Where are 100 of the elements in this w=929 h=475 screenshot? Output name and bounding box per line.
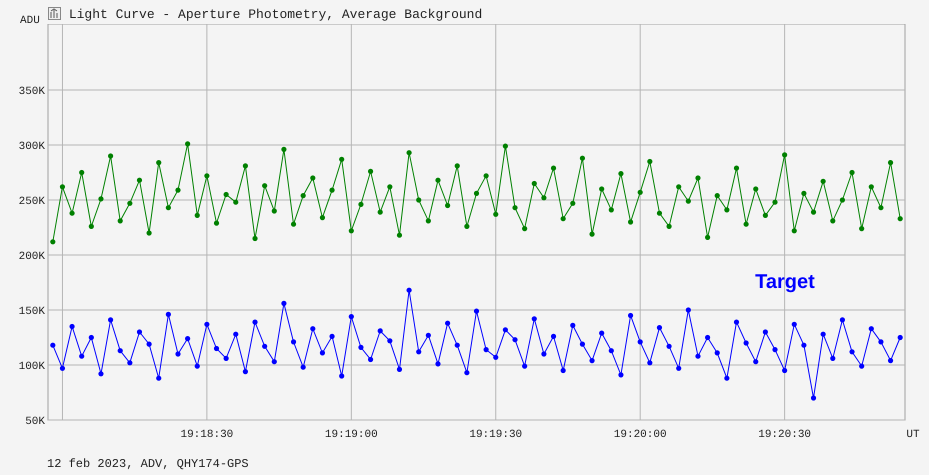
data-point [502,327,508,332]
data-point [368,168,374,174]
data-point [782,152,788,158]
data-point [474,308,480,314]
data-point [348,314,354,320]
data-point [146,230,152,236]
data-point [599,330,604,336]
data-point [435,178,441,183]
data-point [454,163,460,168]
data-point [792,228,797,234]
data-point [387,184,392,190]
data-point [714,350,720,356]
data-point [108,317,114,322]
data-point [878,205,884,210]
data-point [801,190,806,196]
data-point [638,339,643,344]
data-point [849,170,855,176]
data-point [88,334,94,340]
data-point [493,354,498,360]
data-point [782,368,788,374]
data-point [329,188,335,193]
data-point [859,226,864,232]
data-point [426,332,431,338]
data-point [714,193,720,198]
status-text: 12 feb 2023, ADV, QHY174-GPS [47,457,249,471]
data-point [310,175,316,181]
data-point [281,146,287,152]
data-point [532,180,537,186]
data-point [185,336,190,342]
data-point [416,349,422,354]
data-point [136,178,142,183]
data-point [522,226,528,232]
data-point [50,239,56,244]
data-point [60,184,66,190]
data-point [136,329,142,335]
data-point [233,200,238,205]
data-point [830,218,836,224]
data-point [185,141,190,146]
data-point [378,210,383,215]
data-point [175,188,181,193]
data-point [666,344,672,349]
data-point [272,359,277,364]
data-point [242,369,248,374]
data-point [589,358,595,364]
data-point [888,160,894,166]
data-point [233,332,238,337]
data-point [868,184,874,190]
data-point [608,207,614,212]
data-point [810,210,816,215]
data-point [300,364,306,370]
data-point [484,173,489,178]
data-point [108,153,114,159]
data-point [888,358,894,364]
data-point [762,329,768,335]
data-point [88,224,94,229]
data-point [512,205,518,210]
data-point [541,351,546,357]
data-point [194,212,200,218]
data-point [464,224,470,229]
data-point [705,334,710,340]
data-point [638,190,643,195]
data-point [570,200,576,206]
x-axis-label: UT [906,429,920,441]
data-point [416,197,422,203]
data-point [734,320,740,325]
data-point [849,349,855,354]
data-point [224,192,229,198]
data-point [339,156,344,162]
data-point [252,236,258,242]
data-point [79,354,84,359]
data-point [146,342,152,347]
data-point [387,338,392,344]
data-point [426,218,431,224]
data-point [262,183,268,188]
data-point [560,368,566,374]
data-point [676,184,682,190]
data-point [608,348,614,354]
y-tick-label: 250K [18,196,45,208]
data-point [406,150,412,156]
window-title: Light Curve - Aperture Photometry, Average Background [68,8,482,21]
data-point [792,322,797,327]
data-point [656,325,662,330]
data-point [406,288,412,293]
data-point [310,326,316,332]
data-point [60,366,66,371]
data-point [194,364,200,369]
data-point [618,171,624,176]
data-point [98,196,104,202]
data-point [512,337,518,342]
data-point [772,347,778,352]
x-tick-label: 19:19:30 [469,429,522,441]
data-point [898,334,903,340]
data-point [695,354,701,359]
data-point [744,340,749,346]
data-point [272,208,277,214]
data-point [801,342,806,348]
data-point [656,210,662,216]
data-point [840,317,845,322]
data-point [724,207,730,212]
data-point [724,376,730,381]
